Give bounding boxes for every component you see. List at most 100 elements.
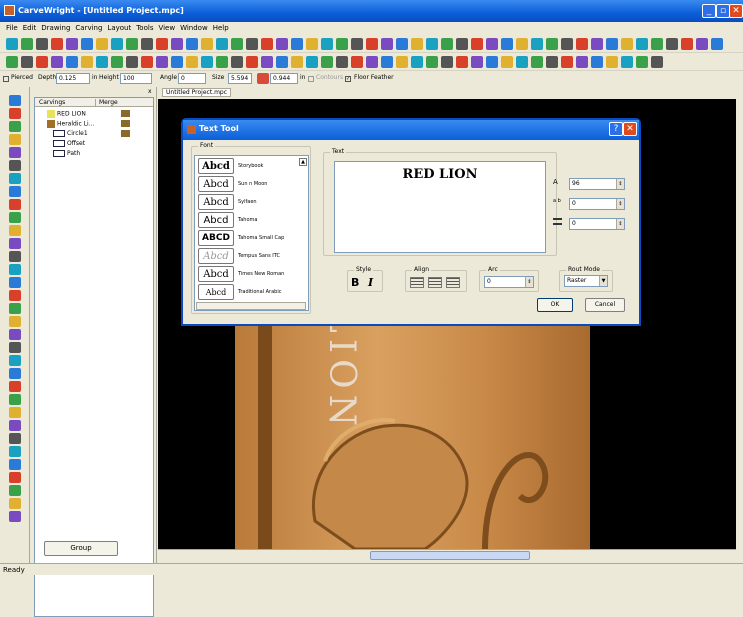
toolbar-tool-icon[interactable] — [186, 38, 198, 50]
toolbar-tool-icon[interactable] — [156, 56, 168, 68]
menu-help[interactable]: Help — [213, 24, 229, 32]
toolbar-tool-icon[interactable] — [201, 38, 213, 50]
drawing-tool-icon[interactable] — [9, 108, 21, 119]
toolbar-tool-icon[interactable] — [96, 56, 108, 68]
drawing-tool-icon[interactable] — [9, 238, 21, 249]
font-item-storybook[interactable]: Abcd Storybook — [198, 158, 308, 175]
toolbar-tool-icon[interactable] — [366, 56, 378, 68]
toolbar-tool-icon[interactable] — [306, 38, 318, 50]
toolbar-tool-icon[interactable] — [336, 56, 348, 68]
cancel-button[interactable]: Cancel — [585, 298, 625, 312]
toolbar-tool-icon[interactable] — [111, 56, 123, 68]
toolbar-tool-icon[interactable] — [276, 56, 288, 68]
menu-view[interactable]: View — [158, 24, 175, 32]
arc-spin-icon[interactable]: ⇕ — [525, 277, 533, 287]
toolbar-tool-icon[interactable] — [96, 38, 108, 50]
align-center-icon[interactable] — [428, 277, 442, 288]
toolbar-tool-icon[interactable] — [396, 56, 408, 68]
toolbar-tool-icon[interactable] — [711, 38, 723, 50]
toolbar-tool-icon[interactable] — [6, 38, 18, 50]
toolbar-tool-icon[interactable] — [306, 56, 318, 68]
toolbar-tool-icon[interactable] — [231, 38, 243, 50]
toolbar-tool-icon[interactable] — [321, 38, 333, 50]
drawing-tool-icon[interactable] — [9, 329, 21, 340]
horizontal-scrollbar[interactable] — [158, 549, 736, 561]
drawing-tool-icon[interactable] — [9, 342, 21, 353]
font-hscrollbar[interactable] — [196, 302, 306, 310]
scroll-thumb[interactable] — [370, 551, 530, 560]
align-right-icon[interactable] — [446, 277, 460, 288]
menu-drawing[interactable]: Drawing — [41, 24, 70, 32]
drawing-tool-icon[interactable] — [9, 264, 21, 275]
toolbar-tool-icon[interactable] — [36, 38, 48, 50]
drawing-tool-icon[interactable] — [9, 420, 21, 431]
toolbar-tool-icon[interactable] — [126, 56, 138, 68]
drawing-tool-icon[interactable] — [9, 394, 21, 405]
toolbar-tool-icon[interactable] — [681, 38, 693, 50]
toolbar-tool-icon[interactable] — [261, 56, 273, 68]
toolbar-tool-icon[interactable] — [456, 38, 468, 50]
toolbar-tool-icon[interactable] — [366, 38, 378, 50]
font-item-sun-n-moon[interactable]: Abcd Sun n Moon — [198, 176, 308, 193]
menu-edit[interactable]: Edit — [23, 24, 37, 32]
font-item-tempus-sans[interactable]: Abcd Tempus Sans ITC — [198, 248, 308, 265]
toolbar-tool-icon[interactable] — [246, 56, 258, 68]
toolbar-tool-icon[interactable] — [516, 38, 528, 50]
italic-button[interactable]: I — [368, 276, 373, 289]
toolbar-tool-icon[interactable] — [561, 38, 573, 50]
size2-input[interactable]: 0.944 — [270, 73, 298, 84]
toolbar-tool-icon[interactable] — [246, 38, 258, 50]
toolbar-tool-icon[interactable] — [441, 38, 453, 50]
toolbar-tool-icon[interactable] — [486, 56, 498, 68]
toolbar-tool-icon[interactable] — [591, 56, 603, 68]
close-button[interactable]: ✕ — [729, 4, 743, 18]
toolbar-tool-icon[interactable] — [276, 38, 288, 50]
drawing-tool-icon[interactable] — [9, 173, 21, 184]
toolbar-tool-icon[interactable] — [51, 56, 63, 68]
toolbar-tool-icon[interactable] — [561, 56, 573, 68]
line-spin-icon[interactable]: ⇕ — [616, 219, 624, 229]
dialog-close-button[interactable]: ✕ — [623, 122, 637, 136]
chevron-down-icon[interactable]: ▼ — [599, 276, 607, 286]
height-field[interactable]: 96 ⇕ — [569, 178, 625, 190]
align-left-icon[interactable] — [410, 277, 424, 288]
toolbar-tool-icon[interactable] — [441, 56, 453, 68]
toolbar-tool-icon[interactable] — [336, 38, 348, 50]
toolbar-tool-icon[interactable] — [66, 56, 78, 68]
toolbar-tool-icon[interactable] — [396, 38, 408, 50]
toolbar-tool-icon[interactable] — [471, 38, 483, 50]
toolbar-tool-icon[interactable] — [501, 56, 513, 68]
drawing-tool-icon[interactable] — [9, 407, 21, 418]
ok-button[interactable]: OK — [537, 298, 573, 312]
rout-mode-select[interactable]: Raster ▼ — [564, 275, 608, 287]
toolbar-tool-icon[interactable] — [66, 38, 78, 50]
font-item-traditional-arabic[interactable]: Abcd Traditional Arabic — [198, 284, 308, 301]
toolbar-tool-icon[interactable] — [351, 38, 363, 50]
toolbar-tool-icon[interactable] — [321, 56, 333, 68]
bold-button[interactable]: B — [351, 276, 359, 289]
toolbar-tool-icon[interactable] — [51, 38, 63, 50]
menu-tools[interactable]: Tools — [136, 24, 153, 32]
toolbar-tool-icon[interactable] — [216, 38, 228, 50]
toolbar-tool-icon[interactable] — [486, 38, 498, 50]
toolbar-tool-icon[interactable] — [651, 56, 663, 68]
drawing-tool-icon[interactable] — [9, 433, 21, 444]
toolbar-tool-icon[interactable] — [636, 38, 648, 50]
font-item-tahoma-small-cap[interactable]: ABCD Tahoma Small Cap — [198, 230, 308, 247]
menu-carving[interactable]: Carving — [75, 24, 102, 32]
spacing-field[interactable]: 0 ⇕ — [569, 198, 625, 210]
toolbar-tool-icon[interactable] — [291, 56, 303, 68]
drawing-tool-icon[interactable] — [9, 472, 21, 483]
drawing-tool-icon[interactable] — [9, 511, 21, 522]
font-list[interactable]: Abcd Storybook Abcd Sun n Moon Abcd Sylfaen… — [194, 155, 309, 311]
drawing-tool-icon[interactable] — [9, 381, 21, 392]
arc-field[interactable]: 0 ⇕ — [484, 276, 534, 288]
drawing-tool-icon[interactable] — [9, 277, 21, 288]
drawing-tool-icon[interactable] — [9, 199, 21, 210]
toolbar-tool-icon[interactable] — [546, 56, 558, 68]
size-input[interactable]: 5.594 — [228, 73, 252, 84]
spacing-spin-icon[interactable]: ⇕ — [616, 199, 624, 209]
toolbar-tool-icon[interactable] — [141, 56, 153, 68]
toolbar-tool-icon[interactable] — [21, 56, 33, 68]
toolbar-tool-icon[interactable] — [381, 38, 393, 50]
